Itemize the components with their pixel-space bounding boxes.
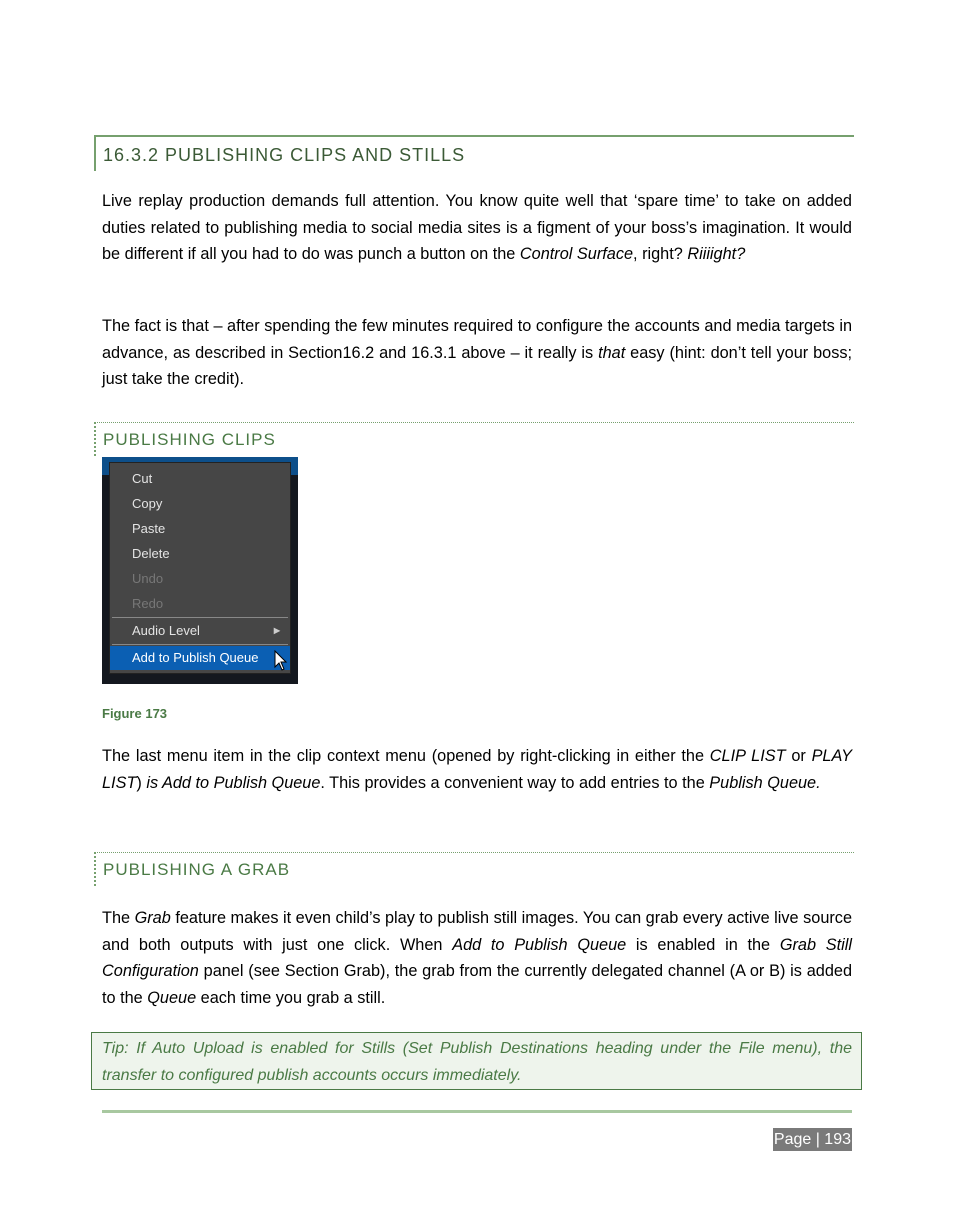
text: The last menu item in the clip context m…	[102, 747, 710, 765]
text: . This provides a convenient way to add …	[320, 773, 710, 792]
menu-separator	[112, 617, 288, 618]
menu-item-label: Cut	[132, 471, 153, 486]
emphasis: CLIP LIST	[709, 747, 786, 765]
menu-item-add-to-publish-queue[interactable]: Add to Publish Queue	[110, 646, 290, 670]
menu-item-paste[interactable]: Paste	[110, 517, 290, 541]
tip-box: Tip: If Auto Upload is enabled for Still…	[91, 1032, 862, 1090]
submenu-arrow-icon: ▶	[273, 626, 280, 635]
menu-item-label: Delete	[132, 546, 170, 561]
mouse-cursor-icon	[274, 650, 288, 671]
emphasis: Grab	[134, 909, 171, 927]
text: , right?	[633, 245, 688, 264]
menu-item-redo: Redo	[110, 592, 290, 616]
intro-paragraph: Live replay production demands full atte…	[102, 188, 852, 268]
emphasis: Control Surface	[519, 245, 634, 264]
emphasis: Add to Publish Queue	[452, 935, 627, 954]
menu-item-undo: Undo	[110, 567, 290, 591]
tip-text: Tip: If Auto Upload is enabled for Still…	[102, 1040, 852, 1084]
text: or	[785, 747, 812, 765]
menu-item-label: Redo	[132, 596, 164, 611]
clips-paragraph: The last menu item in the clip context m…	[102, 743, 852, 796]
text: )	[136, 773, 147, 792]
footer-rule	[102, 1110, 852, 1113]
text: The	[102, 909, 135, 927]
menu-item-label: Paste	[132, 521, 166, 536]
grab-paragraph: The Grab feature makes it even child’s p…	[102, 905, 852, 1012]
fact-paragraph: The fact is that – after spending the fe…	[102, 313, 852, 393]
context-menu: Cut Copy Paste Delete Undo Redo Audio Le…	[109, 462, 291, 674]
figure-caption: Figure 173	[102, 706, 168, 721]
emphasis: Queue	[147, 989, 197, 1008]
context-menu-screenshot: Cut Copy Paste Delete Undo Redo Audio Le…	[102, 457, 298, 684]
clips-heading: PUBLISHING CLIPS	[103, 430, 276, 449]
menu-item-cut[interactable]: Cut	[110, 467, 290, 491]
menu-item-label: Copy	[132, 496, 163, 511]
emphasis: Publish Queue.	[709, 773, 821, 792]
emphasis: that	[598, 343, 626, 362]
section-heading: 16.3.2 PUBLISHING CLIPS AND STILLS	[103, 145, 466, 165]
menu-item-audio-level[interactable]: Audio Level ▶	[110, 619, 290, 643]
grab-heading: PUBLISHING A GRAB	[103, 860, 291, 879]
page-number: Page | 193	[772, 1128, 852, 1151]
clips-heading-box: PUBLISHING CLIPS	[94, 422, 854, 456]
emphasis: Riiiight?	[687, 245, 746, 264]
menu-item-label: Add to Publish Queue	[132, 650, 259, 665]
emphasis: is Add to Publish Queue	[146, 773, 321, 792]
menu-item-label: Undo	[132, 571, 164, 586]
text: is enabled in the	[626, 935, 780, 954]
menu-separator	[112, 644, 288, 645]
text: each time you grab a still.	[196, 989, 386, 1008]
grab-heading-box: PUBLISHING A GRAB	[94, 852, 854, 886]
section-heading-box: 16.3.2 PUBLISHING CLIPS AND STILLS	[94, 135, 854, 171]
menu-item-copy[interactable]: Copy	[110, 492, 290, 516]
menu-item-label: Audio Level	[132, 623, 200, 638]
menu-item-delete[interactable]: Delete	[110, 542, 290, 566]
